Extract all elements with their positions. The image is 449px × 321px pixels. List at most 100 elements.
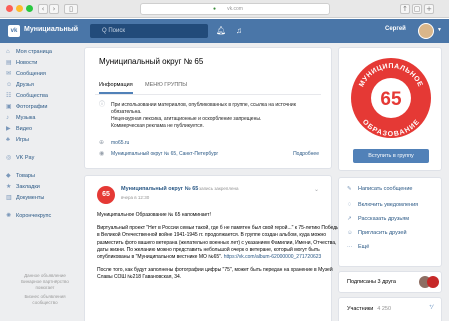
sidebar-item[interactable]: ☷ Сообщества bbox=[4, 91, 80, 102]
group-action[interactable]: ↗ Рассказать друзьям bbox=[347, 216, 409, 222]
search-input[interactable]: Q Поиск bbox=[90, 24, 208, 38]
group-logo: МУНИЦИПАЛЬНОЕ ОБРАЗОВАНИЕ 65 bbox=[351, 58, 431, 138]
tabs-divider bbox=[95, 94, 321, 95]
location-pin-icon: ◉ bbox=[99, 151, 105, 157]
chevron-down-icon[interactable]: ▼ bbox=[437, 27, 442, 33]
new-tab-button[interactable]: + bbox=[424, 4, 434, 14]
games-icon: ♣ bbox=[6, 137, 10, 143]
share-icon: ↗ bbox=[347, 216, 352, 222]
sidebar-item-label: Фотографии bbox=[16, 104, 48, 110]
sidebar-item[interactable]: ✺ Корончекрупс bbox=[4, 211, 80, 222]
post-text: Муниципальное Образование № 65 напоминае… bbox=[97, 212, 342, 288]
share-button[interactable]: ↑ bbox=[400, 4, 410, 14]
sidebar-item-label: Музыка bbox=[16, 115, 36, 121]
tab-group-menu[interactable]: МЕНЮ ГРУППЫ bbox=[145, 78, 187, 92]
website-link[interactable]: mo65.ru bbox=[111, 140, 129, 146]
post-paragraph: Муниципальное Образование № 65 напоминае… bbox=[97, 212, 211, 218]
members-count: 4 250 bbox=[377, 306, 392, 312]
sidebar-item[interactable]: ⌂ Моя страница bbox=[4, 47, 80, 58]
group-cover-card: МУНИЦИПАЛЬНОЕ ОБРАЗОВАНИЕ 65 Вступить в … bbox=[338, 47, 442, 171]
friends-icon: ☺ bbox=[6, 82, 13, 88]
group-action[interactable]: ⋯ Ещё bbox=[347, 244, 369, 250]
nav-separator bbox=[4, 146, 80, 153]
group-action-label: Написать сообщение bbox=[358, 186, 413, 192]
sidebar-item-label: Товары bbox=[16, 173, 35, 179]
sidebar-item[interactable]: ▤ Новости bbox=[4, 58, 80, 69]
post-author-name[interactable]: Муниципальный округ № 65 bbox=[121, 186, 198, 192]
group-action-label: Рассказать друзьям bbox=[358, 216, 410, 222]
nav-footer-line[interactable]: сообщество bbox=[10, 300, 80, 306]
nav-separator bbox=[4, 204, 80, 211]
sidebar-item[interactable]: ★ Закладки bbox=[4, 182, 80, 193]
pinned-post-card: 65 Муниципальный округ № 65 запись закре… bbox=[84, 175, 340, 321]
friend-avatar[interactable] bbox=[427, 276, 439, 288]
post-menu-icon[interactable]: ⌄ bbox=[314, 186, 319, 193]
sidebar-item[interactable]: ◎ VK Pay bbox=[4, 153, 80, 164]
groups-icon: ☷ bbox=[6, 93, 12, 99]
address-bar-url: vk.com bbox=[227, 6, 243, 12]
group-action-label: Включить уведомления bbox=[358, 202, 419, 208]
sidebar-item-label: Игры bbox=[16, 137, 29, 143]
join-group-button[interactable]: Вступить в группу bbox=[353, 149, 429, 163]
more-info-link[interactable]: Подробнее bbox=[293, 151, 319, 157]
sidebar-item[interactable]: ✉ Сообщения bbox=[4, 69, 80, 80]
notifications-bell-icon[interactable]: 🔔︎ bbox=[216, 25, 226, 37]
members-header: Участники 4 250 bbox=[347, 306, 391, 312]
nav-separator bbox=[4, 164, 80, 171]
window-maximize-button[interactable] bbox=[26, 5, 33, 12]
sidebar-item-label: Закладки bbox=[16, 184, 40, 190]
group-action[interactable]: ✎ Написать сообщение bbox=[347, 186, 412, 192]
rules-line: Коммерческая реклама не публикуется. bbox=[111, 123, 204, 129]
sidebar-item[interactable]: ◆ Товары bbox=[4, 171, 80, 182]
tabs-button[interactable]: ▢ bbox=[412, 4, 422, 14]
rules-line: При использовании материалов, опубликова… bbox=[111, 102, 296, 108]
logo-number: 65 bbox=[380, 89, 402, 110]
address-bar[interactable]: ● vk.com bbox=[140, 3, 330, 15]
sidebar-item-label: Новости bbox=[16, 60, 38, 66]
members-icon[interactable]: ⁺⁄ bbox=[429, 304, 433, 311]
address-link[interactable]: Муниципальный округ № 65, Санкт-Петербур… bbox=[111, 151, 218, 157]
members-card[interactable]: Участники 4 250 ⁺⁄ bbox=[338, 297, 442, 321]
tab-information[interactable]: Информация bbox=[99, 78, 133, 94]
vk-logo-icon[interactable]: vk bbox=[8, 25, 20, 37]
post-album-link[interactable]: https://vk.com/album-62000000_271720623 bbox=[224, 254, 322, 260]
sidebar-item-label: Моя страница bbox=[16, 49, 52, 55]
sidebar-item[interactable]: ♪ Музыка bbox=[4, 113, 80, 124]
window-close-button[interactable] bbox=[6, 5, 13, 12]
group-action[interactable]: ♢ Включить уведомления bbox=[347, 202, 418, 208]
sidebar-item-label: Документы bbox=[16, 195, 45, 201]
group-rules: ⓘ При использовании материалов, опублико… bbox=[99, 102, 329, 130]
sidebar-item-label: Сообщения bbox=[16, 71, 46, 77]
sidebar-item[interactable]: ▶ Видео bbox=[4, 124, 80, 135]
header-user-name[interactable]: Сергей bbox=[385, 26, 406, 32]
group-action-label: Ещё bbox=[358, 244, 370, 250]
sidebar-item-label: Сообщества bbox=[16, 93, 48, 99]
goods-icon: ◆ bbox=[6, 173, 11, 179]
music-icon: ♪ bbox=[6, 115, 9, 121]
sidebar-item[interactable]: ♣ Игры bbox=[4, 135, 80, 146]
header-user-avatar[interactable] bbox=[418, 23, 434, 39]
group-action[interactable]: ☺ Пригласить друзей bbox=[347, 230, 407, 236]
nav-footer-line[interactable]: помогает bbox=[10, 285, 80, 291]
window-minimize-button[interactable] bbox=[16, 5, 23, 12]
post-author-avatar[interactable]: 65 bbox=[97, 186, 115, 204]
sidebar-item[interactable]: ▣ Фотографии bbox=[4, 102, 80, 113]
bell-icon: ♢ bbox=[347, 202, 352, 208]
music-player-icon[interactable]: ♫ bbox=[236, 25, 242, 37]
sidebar-toggle-button[interactable]: ▯ bbox=[64, 4, 78, 14]
post-date[interactable]: вчера в 12:30 bbox=[121, 195, 149, 200]
bookmarks-icon: ★ bbox=[6, 184, 12, 190]
site-brand[interactable]: Мунициальный bbox=[24, 26, 78, 33]
sidebar-item[interactable]: ☺ Друзья bbox=[4, 80, 80, 91]
friends-subscribed-card[interactable]: Подписаны 3 друга bbox=[338, 271, 442, 293]
sidebar-item-label: VK Pay bbox=[16, 155, 35, 161]
sidebar-item-label: Друзья bbox=[16, 82, 34, 88]
more-icon: ⋯ bbox=[347, 244, 353, 250]
documents-icon: ▥ bbox=[6, 195, 12, 201]
back-button[interactable]: ‹ bbox=[38, 4, 48, 14]
post-paragraph: После того, как будут заполнены фотограф… bbox=[97, 267, 333, 281]
sidebar-item-label: Корончекрупс bbox=[16, 213, 52, 219]
site-header: vk Мунициальный Q Поиск 🔔︎ ♫ Сергей ▼ bbox=[0, 19, 449, 43]
sidebar-item[interactable]: ▥ Документы bbox=[4, 193, 80, 204]
forward-button[interactable]: › bbox=[49, 4, 59, 14]
